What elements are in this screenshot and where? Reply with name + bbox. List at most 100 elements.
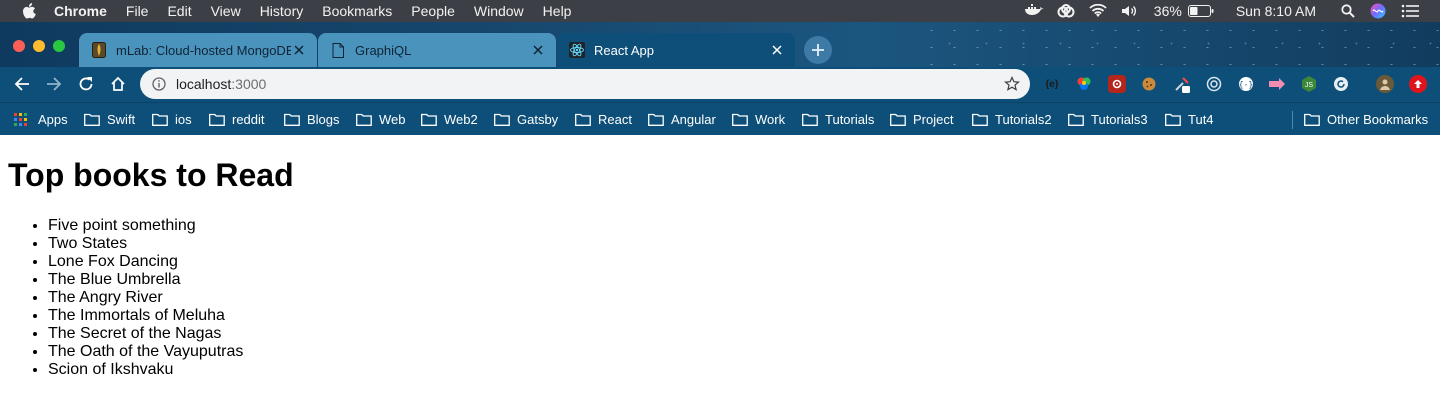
bookmark-folder-web[interactable]: Web (356, 110, 406, 128)
menu-people[interactable]: People (411, 0, 455, 22)
tab-react-app[interactable]: React App (557, 33, 795, 67)
menubar-clock[interactable]: Sun 8:10 AM (1236, 3, 1316, 19)
notification-center-icon[interactable] (1400, 3, 1420, 19)
bookmark-folder-tutorials3[interactable]: Tutorials3 (1068, 110, 1148, 128)
volume-icon[interactable] (1120, 3, 1140, 19)
folder-icon (972, 113, 988, 126)
forward-button[interactable] (43, 73, 65, 95)
browser-toolbar: localhost:3000 {e} {·} JS (0, 67, 1440, 102)
book-list-item: The Oath of the Vayuputras (48, 343, 243, 361)
book-list-item: Lone Fox Dancing (48, 253, 243, 271)
address-bar[interactable]: localhost:3000 (140, 69, 1030, 99)
bookmark-folder-project[interactable]: Project (890, 110, 953, 128)
bookmark-folder-swift[interactable]: Swift (84, 110, 135, 128)
refresh-extension-icon[interactable] (1332, 75, 1350, 93)
bookmark-label: Tutorials3 (1091, 111, 1148, 127)
apple-logo-icon[interactable] (20, 0, 38, 22)
bookmark-label: reddit (232, 111, 265, 127)
menu-bookmarks[interactable]: Bookmarks (322, 0, 392, 22)
back-button[interactable] (11, 73, 33, 95)
menu-chrome[interactable]: Chrome (54, 0, 107, 22)
spotlight-search-icon[interactable] (1338, 3, 1358, 19)
site-info-icon[interactable] (151, 76, 167, 92)
bookmark-folder-work[interactable]: Work (732, 110, 785, 128)
other-bookmarks-folder[interactable]: Other Bookmarks (1304, 110, 1428, 128)
bookmark-folder-tut4[interactable]: Tut4 (1165, 110, 1214, 128)
json-viewer-extension-icon[interactable]: {e} (1043, 75, 1061, 93)
book-list-item: Two States (48, 235, 243, 253)
book-list: Five point somethingTwo StatesLone Fox D… (8, 217, 243, 379)
bookmark-folder-tutorials[interactable]: Tutorials (802, 110, 874, 128)
bookmark-star-icon[interactable] (1004, 76, 1020, 92)
redux-arrow-extension-icon[interactable] (1268, 75, 1286, 93)
update-arrow-icon[interactable] (1409, 75, 1427, 93)
close-tab-icon[interactable] (530, 42, 546, 58)
folder-icon (575, 113, 591, 126)
menu-help[interactable]: Help (543, 0, 572, 22)
tab-mlab[interactable]: mLab: Cloud-hosted MongoDB (79, 33, 317, 67)
bookmark-folder-web2[interactable]: Web2 (421, 110, 478, 128)
bracket-extension-icon[interactable]: {·} (1237, 75, 1255, 93)
tab-graphiql[interactable]: GraphiQL (318, 33, 556, 67)
profile-avatar-icon[interactable] (1376, 75, 1394, 93)
page-title: Top books to Read (8, 157, 294, 193)
bookmark-folder-react[interactable]: React (575, 110, 632, 128)
gear-extension-icon[interactable] (1108, 75, 1126, 93)
macos-menu-bar: Chrome File Edit View History Bookmarks … (0, 0, 1440, 22)
color-picker-extension-icon[interactable] (1075, 75, 1093, 93)
battery-icon[interactable] (1187, 5, 1214, 17)
folder-icon (284, 113, 300, 126)
svg-text:{·}: {·} (1239, 81, 1253, 90)
nodejs-extension-icon[interactable]: JS (1300, 75, 1318, 93)
battery-percent: 36% (1153, 3, 1182, 19)
bookmark-label: ios (175, 111, 192, 127)
bookmarks-separator (1292, 111, 1293, 129)
bookmark-label: Other Bookmarks (1327, 111, 1429, 127)
page-viewport: Top books to Read Five point somethingTw… (0, 135, 1440, 417)
close-window-button[interactable] (13, 40, 25, 52)
folder-icon (494, 113, 510, 126)
home-button[interactable] (107, 73, 129, 95)
book-list-item: The Blue Umbrella (48, 271, 243, 289)
bookmark-folder-angular[interactable]: Angular (648, 110, 716, 128)
new-tab-button[interactable] (804, 36, 832, 64)
folder-icon (890, 113, 906, 126)
menu-file[interactable]: File (126, 0, 149, 22)
url-port: :3000 (231, 76, 267, 92)
bookmark-folder-blogs[interactable]: Blogs (284, 110, 340, 128)
creative-cloud-icon[interactable] (1056, 3, 1076, 19)
eyedropper-extension-icon[interactable] (1173, 75, 1191, 93)
bookmark-label: Work (755, 111, 786, 127)
browser-frame: mLab: Cloud-hosted MongoDB GraphiQL Reac… (0, 22, 1440, 136)
menu-window[interactable]: Window (474, 0, 524, 22)
bookmark-folder-tutorials2[interactable]: Tutorials2 (972, 110, 1052, 128)
bookmark-label: Web2 (444, 111, 478, 127)
forward-arrow-icon (47, 77, 62, 91)
siri-icon[interactable] (1368, 3, 1388, 19)
bookmark-label: Swift (107, 111, 136, 127)
book-list-item: Scion of Ikshvaku (48, 361, 243, 379)
menu-edit[interactable]: Edit (167, 0, 191, 22)
bookmark-label: Tutorials (825, 111, 875, 127)
reload-button[interactable] (75, 73, 97, 95)
menu-view[interactable]: View (211, 0, 241, 22)
bookmark-folder-reddit[interactable]: reddit (209, 110, 265, 128)
apps-label: Apps (38, 111, 68, 127)
close-tab-icon[interactable] (291, 42, 307, 58)
target-extension-icon[interactable] (1205, 75, 1223, 93)
close-tab-icon[interactable] (769, 42, 785, 58)
minimize-window-button[interactable] (33, 40, 45, 52)
url-text: localhost:3000 (176, 76, 266, 92)
bookmark-folder-gatsby[interactable]: Gatsby (494, 110, 558, 128)
docker-icon[interactable] (1024, 3, 1044, 19)
url-host: localhost (176, 76, 232, 92)
bookmark-label: Project (913, 111, 954, 127)
bookmark-folder-ios[interactable]: ios (152, 110, 192, 128)
zoom-window-button[interactable] (53, 40, 65, 52)
menu-history[interactable]: History (260, 0, 304, 22)
apps-shortcut[interactable]: Apps (14, 110, 68, 128)
cookie-extension-icon[interactable] (1140, 75, 1158, 93)
wifi-icon[interactable] (1088, 3, 1108, 19)
tab-title: React App (594, 42, 654, 58)
folder-icon (152, 113, 168, 126)
